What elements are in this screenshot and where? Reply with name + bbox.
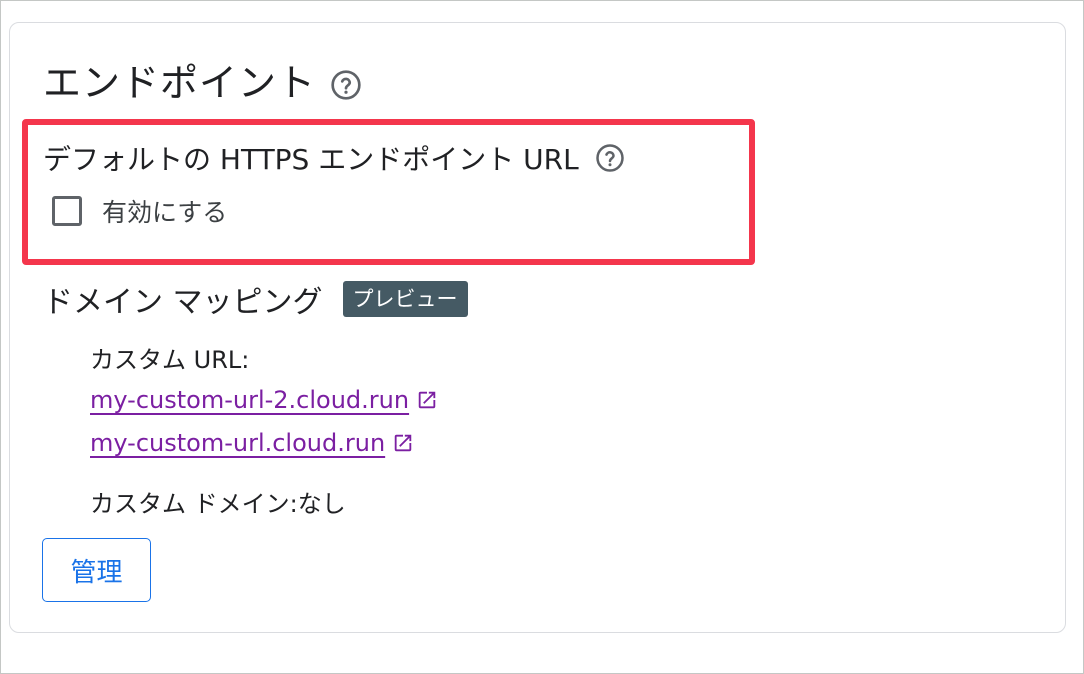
section-header: エンドポイント xyxy=(43,52,362,107)
domain-mapping-label: ドメイン マッピング xyxy=(43,285,323,320)
enable-https-label[interactable]: 有効にする xyxy=(102,193,227,229)
custom-url-label: カスタム URL: xyxy=(90,346,250,374)
custom-url-link[interactable]: my-custom-url-2.cloud.run xyxy=(90,386,409,414)
open-in-new-icon[interactable] xyxy=(416,389,438,411)
open-in-new-icon[interactable] xyxy=(392,432,414,454)
custom-url-link-row[interactable]: my-custom-url-2.cloud.run xyxy=(90,386,438,414)
custom-url-link[interactable]: my-custom-url.cloud.run xyxy=(90,429,385,457)
enable-https-checkbox[interactable] xyxy=(52,196,82,226)
custom-url-link-row[interactable]: my-custom-url.cloud.run xyxy=(90,429,414,457)
manage-button[interactable]: 管理 xyxy=(42,538,151,602)
section-title: エンドポイント xyxy=(43,61,317,105)
endpoints-card xyxy=(9,22,1066,633)
help-icon[interactable] xyxy=(330,69,362,101)
https-endpoint-label: デフォルトの HTTPS エンドポイント URL xyxy=(43,143,579,176)
https-endpoint-header: デフォルトの HTTPS エンドポイント URL xyxy=(43,138,625,178)
enable-https-option[interactable]: 有効にする xyxy=(52,193,227,229)
help-icon[interactable] xyxy=(595,143,625,173)
domain-mapping-header: ドメイン マッピング プレビュー xyxy=(43,277,468,321)
preview-badge: プレビュー xyxy=(342,281,468,317)
custom-domain-status: カスタム ドメイン:なし xyxy=(90,490,346,518)
